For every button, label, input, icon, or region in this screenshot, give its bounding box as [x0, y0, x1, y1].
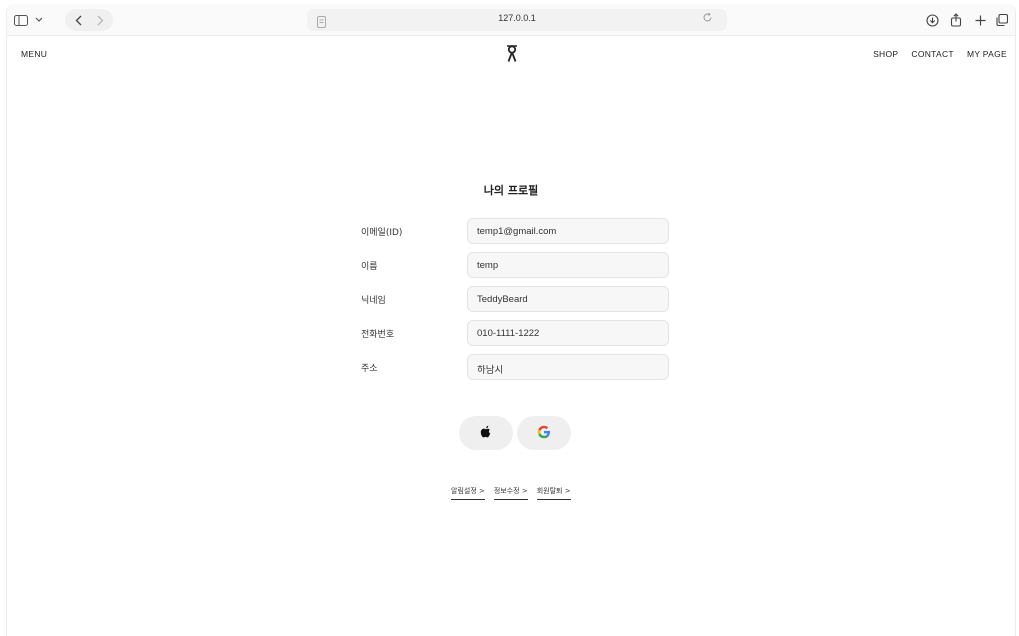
url-text: 127.0.0.1 — [498, 13, 536, 23]
nickname-value: TeddyBeard — [477, 294, 528, 305]
apple-icon — [480, 424, 492, 443]
reload-icon[interactable] — [702, 12, 713, 26]
email-label: 이메일(ID) — [361, 228, 403, 238]
google-icon — [537, 424, 551, 443]
google-login-button[interactable] — [517, 416, 571, 450]
apple-login-button[interactable] — [459, 416, 513, 450]
address-bar[interactable]: 127.0.0.1 — [307, 9, 727, 31]
contact-link[interactable]: CONTACT — [911, 49, 954, 59]
address-field[interactable]: 하남시 — [467, 354, 669, 380]
back-icon[interactable] — [71, 10, 85, 30]
address-value: 하남시 — [477, 365, 504, 376]
chevron-down-icon[interactable] — [33, 10, 45, 30]
nickname-row: 닉네임 TeddyBeard — [361, 286, 671, 312]
email-value: temp1@gmail.com — [477, 226, 557, 237]
name-row: 이름 temp — [361, 252, 671, 278]
tabs-overview-icon[interactable] — [995, 10, 1009, 30]
phone-value: 010-1111-1222 — [477, 328, 540, 339]
menu-link[interactable]: MENU — [21, 49, 47, 59]
nickname-label: 닉네임 — [361, 296, 386, 306]
name-label: 이름 — [361, 262, 378, 272]
new-tab-icon[interactable] — [973, 10, 987, 30]
notification-settings-link[interactable]: 알림설정 > — [451, 486, 485, 500]
name-value: temp — [477, 260, 499, 271]
my-page-link[interactable]: MY PAGE — [967, 49, 1007, 59]
page-title: 나의 프로필 — [483, 184, 539, 197]
browser-window: 127.0.0.1 MENU SHOP CONTACT MY PAGE 나의 프… — [6, 4, 1016, 636]
email-row: 이메일(ID) temp1@gmail.com — [361, 218, 671, 244]
browser-toolbar: 127.0.0.1 — [7, 4, 1015, 36]
brand-logo-icon[interactable] — [505, 45, 519, 63]
download-icon[interactable] — [925, 10, 939, 30]
account-links: 알림설정 > 정보수정 > 회원탈퇴 > — [451, 486, 571, 500]
email-field[interactable]: temp1@gmail.com — [467, 218, 669, 244]
share-icon[interactable] — [949, 10, 963, 30]
top-right-links: SHOP CONTACT MY PAGE — [873, 49, 1007, 59]
nickname-field[interactable]: TeddyBeard — [467, 286, 669, 312]
sidebar-icon[interactable] — [13, 10, 29, 30]
shop-link[interactable]: SHOP — [873, 49, 898, 59]
phone-field[interactable]: 010-1111-1222 — [467, 320, 669, 346]
forward-icon[interactable] — [93, 10, 107, 30]
address-row: 주소 하남시 — [361, 354, 671, 380]
address-label: 주소 — [361, 364, 378, 374]
phone-row: 전화번호 010-1111-1222 — [361, 320, 671, 346]
name-field[interactable]: temp — [467, 252, 669, 278]
site-nav: MENU SHOP CONTACT MY PAGE — [7, 36, 1015, 76]
phone-label: 전화번호 — [361, 330, 395, 340]
withdraw-link[interactable]: 회원탈퇴 > — [536, 486, 571, 500]
edit-info-link[interactable]: 정보수정 > — [493, 486, 528, 500]
